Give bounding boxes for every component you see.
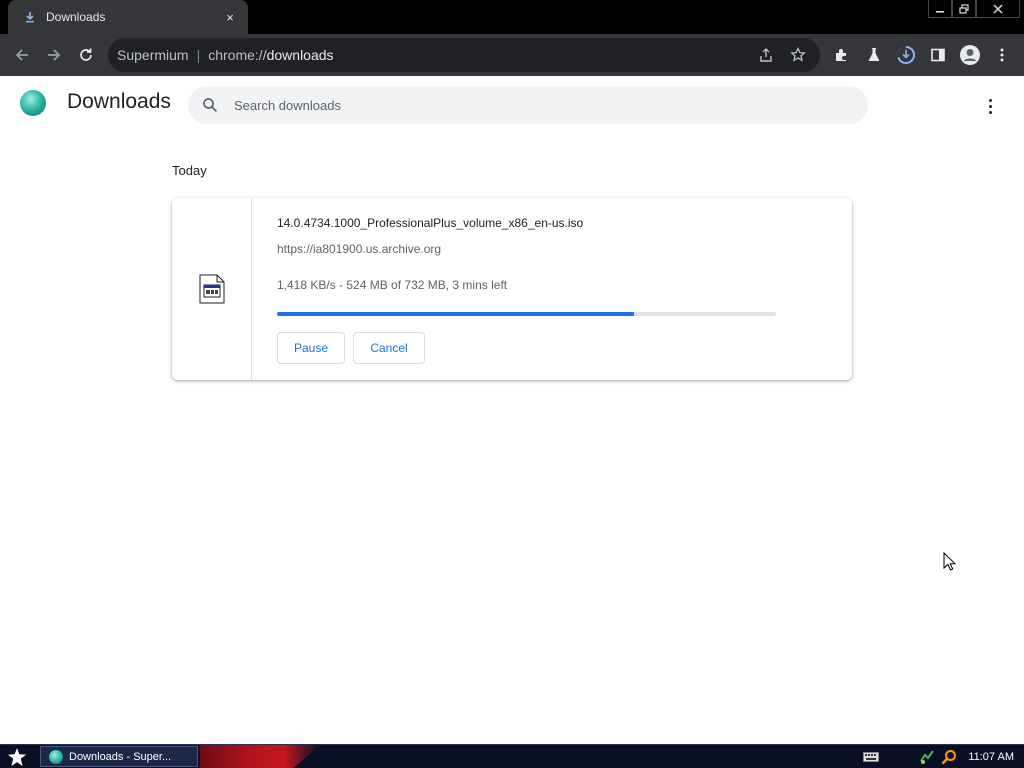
- menu-dot: [988, 110, 992, 114]
- omnibox-actions: [750, 38, 814, 72]
- system-tray: 11:07 AM: [860, 745, 1024, 768]
- download-progress-icon: [897, 46, 915, 64]
- bookmark-button[interactable]: [782, 39, 814, 71]
- title-bar: Downloads ×: [0, 0, 1024, 34]
- search-input[interactable]: [234, 97, 834, 113]
- restore-button[interactable]: [952, 0, 976, 18]
- screen: Downloads × Supermium | chrome://downloads: [0, 0, 1024, 768]
- download-progress-bar: [277, 312, 776, 316]
- supermium-taskbar-icon: [49, 749, 63, 764]
- downloads-header: Downloads: [0, 76, 1024, 132]
- reload-button[interactable]: [70, 39, 102, 71]
- page-title: Downloads: [67, 90, 171, 113]
- puzzle-icon: [836, 49, 846, 61]
- download-status: 1,418 KB/s - 524 MB of 732 MB, 3 mins le…: [277, 278, 508, 292]
- start-button[interactable]: [4, 746, 30, 768]
- browser-toolbar: Supermium | chrome://downloads: [0, 34, 1024, 76]
- search-box[interactable]: [188, 86, 868, 124]
- tab-close-icon[interactable]: ×: [222, 10, 238, 25]
- address-text: Supermium | chrome://downloads: [117, 47, 334, 63]
- tab-title: Downloads: [46, 10, 106, 24]
- taskbar: Downloads - Super... 11:07 AM: [0, 744, 1024, 768]
- download-icon: [22, 9, 38, 25]
- source-url-link[interactable]: https://ia801900.us.archive.org: [277, 242, 441, 256]
- forward-button[interactable]: [38, 39, 70, 71]
- search-tray-icon[interactable]: [940, 748, 958, 766]
- downloads-page: Downloads Today: [0, 76, 1024, 744]
- downloads-button[interactable]: [890, 39, 922, 71]
- taskbar-decoration: [200, 745, 320, 768]
- kebab-menu-icon: [1000, 48, 1004, 62]
- back-button[interactable]: [6, 39, 38, 71]
- minimize-button[interactable]: [928, 0, 952, 18]
- network-icon[interactable]: [918, 748, 936, 766]
- address-separator: |: [196, 47, 201, 63]
- address-path: downloads: [266, 47, 334, 63]
- address-scheme: chrome://: [208, 47, 267, 63]
- taskbar-item-downloads[interactable]: Downloads - Super...: [40, 746, 198, 767]
- search-icon: [203, 98, 218, 113]
- extension-icons: [826, 38, 1018, 72]
- cancel-button[interactable]: Cancel: [353, 332, 425, 364]
- file-name-link[interactable]: 14.0.4734.1000_ProfessionalPlus_volume_x…: [277, 216, 583, 230]
- tab-downloads[interactable]: Downloads ×: [8, 0, 248, 34]
- browser-menu-button[interactable]: [986, 39, 1018, 71]
- extensions-button[interactable]: [826, 39, 858, 71]
- taskbar-item-label: Downloads - Super...: [69, 750, 172, 763]
- share-icon: [760, 48, 772, 62]
- mouse-cursor-icon: [943, 552, 957, 571]
- profile-button[interactable]: [954, 39, 986, 71]
- taskbar-clock: 11:07 AM: [968, 750, 1014, 763]
- section-date-header: Today: [172, 163, 207, 178]
- star-start-icon: [8, 748, 26, 766]
- menu-dot: [988, 104, 992, 108]
- flask-icon: [868, 48, 880, 61]
- disc-image-file-icon: [199, 274, 225, 304]
- side-panel-icon: [931, 48, 945, 62]
- pause-button[interactable]: Pause: [277, 332, 345, 364]
- file-icon-column: [172, 198, 252, 380]
- site-label: Supermium: [117, 47, 189, 63]
- more-actions-icon[interactable]: [976, 92, 1004, 120]
- arrow-right-icon: [48, 49, 61, 61]
- download-item: 14.0.4734.1000_ProfessionalPlus_volume_x…: [172, 198, 852, 380]
- arrow-left-icon: [15, 49, 28, 61]
- address-bar[interactable]: Supermium | chrome://downloads: [108, 38, 820, 72]
- keyboard-icon[interactable]: [862, 748, 880, 766]
- download-progress-fill: [277, 312, 635, 316]
- side-panel-button[interactable]: [922, 39, 954, 71]
- star-icon: [790, 47, 806, 62]
- close-window-button[interactable]: [976, 0, 1020, 18]
- reload-icon: [80, 48, 92, 61]
- account-icon: [960, 45, 980, 65]
- share-button[interactable]: [750, 39, 782, 71]
- supermium-logo: [20, 90, 46, 116]
- menu-dot: [988, 98, 992, 102]
- labs-button[interactable]: [858, 39, 890, 71]
